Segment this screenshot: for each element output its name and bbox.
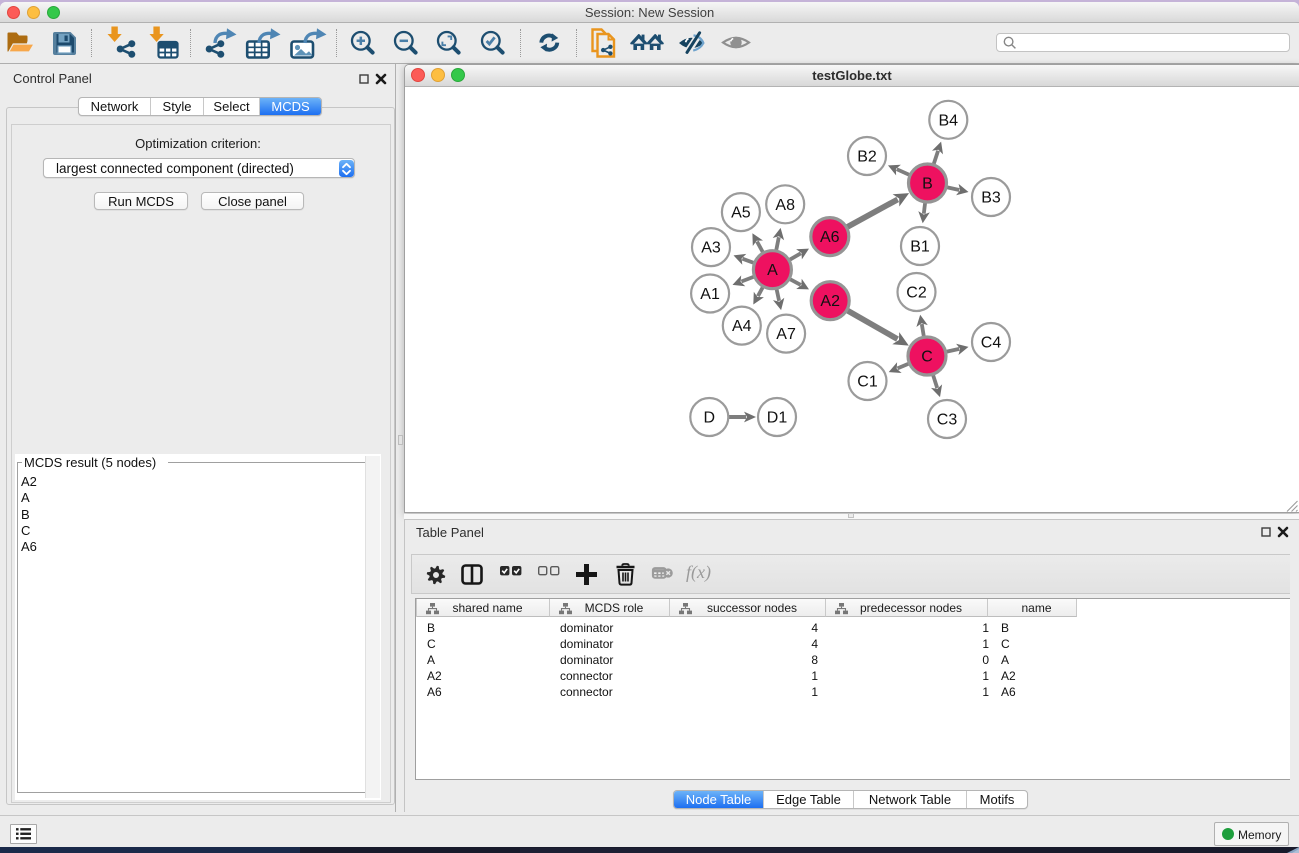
svg-text:B2: B2: [857, 149, 877, 166]
svg-text:C1: C1: [857, 374, 878, 391]
svg-text:A1: A1: [700, 286, 720, 303]
svg-text:A2: A2: [820, 293, 840, 310]
svg-text:C3: C3: [937, 412, 958, 429]
svg-text:B3: B3: [981, 190, 1001, 207]
svg-text:A4: A4: [732, 318, 752, 335]
svg-text:A8: A8: [775, 197, 795, 214]
svg-text:B4: B4: [939, 112, 959, 129]
svg-text:B: B: [922, 176, 933, 193]
svg-text:A6: A6: [820, 229, 840, 246]
svg-text:C: C: [921, 349, 933, 366]
svg-text:A: A: [767, 262, 778, 279]
svg-text:D: D: [704, 410, 716, 427]
svg-text:A7: A7: [776, 326, 796, 343]
svg-text:C4: C4: [981, 335, 1002, 352]
svg-text:C2: C2: [906, 285, 927, 302]
svg-text:A5: A5: [731, 205, 751, 222]
svg-text:B1: B1: [910, 239, 930, 256]
svg-text:D1: D1: [767, 410, 788, 427]
svg-text:A3: A3: [701, 240, 721, 257]
